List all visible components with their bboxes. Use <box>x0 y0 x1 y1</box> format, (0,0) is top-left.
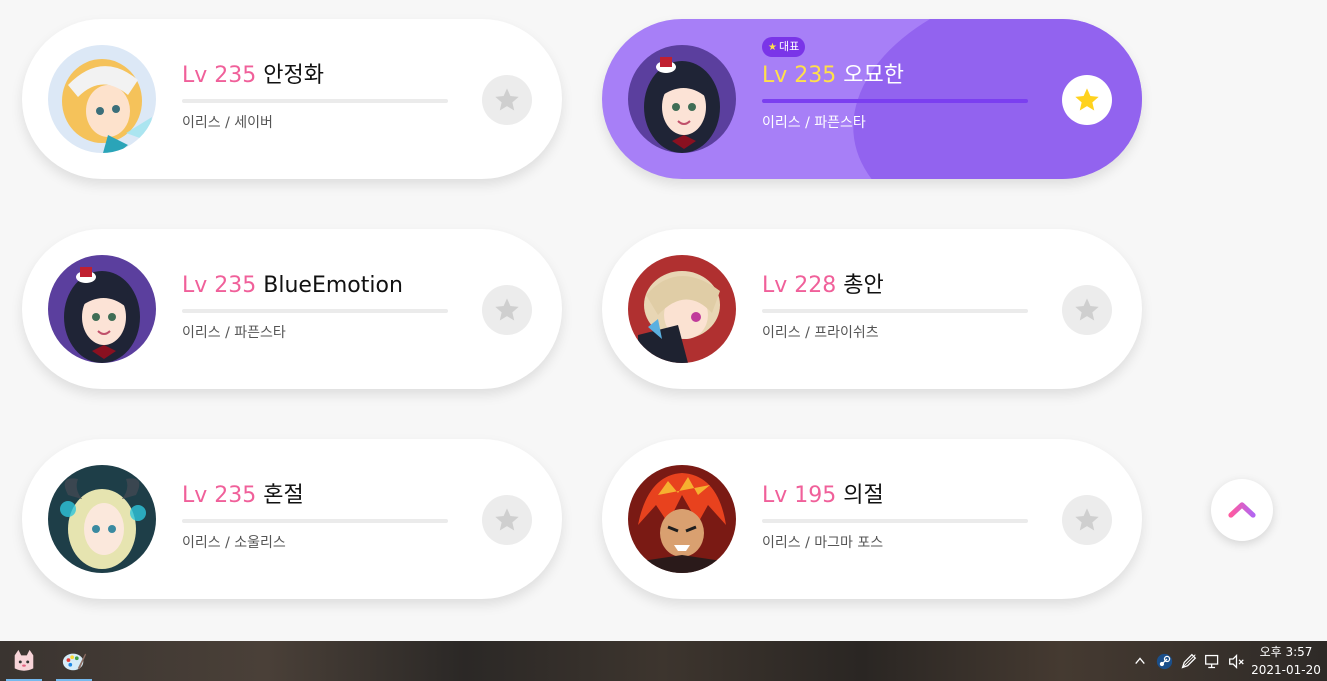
favorite-button[interactable] <box>1062 285 1112 335</box>
star-icon <box>495 88 519 111</box>
character-title: Lv 235 혼절 <box>182 481 304 511</box>
character-card-5[interactable]: Lv 195 의절 이리스 / 마그마 포스 <box>602 439 1142 599</box>
pen-tray-button[interactable] <box>1177 641 1199 681</box>
character-title: Lv 235 BlueEmotion <box>182 271 403 301</box>
character-card-3[interactable]: Lv 228 총안 이리스 / 프라이쉬츠 <box>602 229 1142 389</box>
character-title: Lv 235 안정화 <box>182 61 324 91</box>
star-icon <box>495 508 519 531</box>
divider <box>182 99 448 103</box>
volume-muted-icon <box>1228 653 1244 669</box>
paint-app-icon <box>62 653 87 671</box>
fire-warrior-avatar <box>628 465 736 573</box>
character-name: 의절 <box>843 483 884 508</box>
badge-star-icon: ★ <box>768 42 777 53</box>
chevron-up-icon <box>1228 502 1256 518</box>
cat-app-icon <box>14 649 34 671</box>
character-info: 이리스 / 소울리스 <box>182 535 286 551</box>
level-label: Lv 228 <box>762 273 837 298</box>
favorite-button[interactable] <box>1062 75 1112 125</box>
divider <box>762 519 1028 523</box>
star-icon <box>1075 508 1099 531</box>
character-card-0[interactable]: Lv 235 안정화 이리스 / 세이버 <box>22 19 562 179</box>
divider <box>762 99 1028 103</box>
clock[interactable]: 오후 3:57 2021-01-20 <box>1248 643 1324 679</box>
badge-label: 대표 <box>778 40 800 53</box>
star-icon <box>1075 88 1099 111</box>
character-title: Lv 228 총안 <box>762 271 884 301</box>
volume-tray-button[interactable] <box>1225 641 1247 681</box>
steam-tray-button[interactable] <box>1153 641 1175 681</box>
character-name: 안정화 <box>263 63 324 88</box>
character-card-4[interactable]: Lv 235 혼절 이리스 / 소울리스 <box>22 439 562 599</box>
level-label: Lv 235 <box>762 63 837 88</box>
favorite-button[interactable] <box>482 285 532 335</box>
character-card-2[interactable]: Lv 235 BlueEmotion 이리스 / 파픈스타 <box>22 229 562 389</box>
character-info: 이리스 / 마그마 포스 <box>762 535 884 551</box>
clock-time: 오후 3:57 <box>1259 645 1313 659</box>
tray-expand-button[interactable] <box>1131 641 1149 681</box>
taskbar: 오후 3:57 2021-01-20 <box>0 641 1327 681</box>
clock-date: 2021-01-20 <box>1251 663 1321 677</box>
level-label: Lv 235 <box>182 63 257 88</box>
level-label: Lv 195 <box>762 483 837 508</box>
character-name: 총안 <box>843 273 884 298</box>
character-name: BlueEmotion <box>263 273 403 298</box>
network-icon <box>1204 654 1218 668</box>
chevron-up-icon <box>1135 657 1145 664</box>
dark-hair-girl-avatar <box>48 255 156 363</box>
blonde-maid-avatar <box>48 45 156 153</box>
divider <box>182 309 448 313</box>
steam-icon <box>1156 653 1172 669</box>
character-name: 혼절 <box>263 483 304 508</box>
character-name: 오묘한 <box>843 63 904 88</box>
pen-icon <box>1181 653 1196 668</box>
paint-app-button[interactable] <box>54 641 94 681</box>
level-label: Lv 235 <box>182 273 257 298</box>
star-icon <box>495 298 519 321</box>
gunner-avatar <box>628 255 736 363</box>
star-icon <box>1075 298 1099 321</box>
dark-hair-girl-avatar <box>628 45 736 153</box>
divider <box>762 309 1028 313</box>
cat-app-button[interactable] <box>4 641 44 681</box>
level-label: Lv 235 <box>182 483 257 508</box>
horned-girl-avatar <box>48 465 156 573</box>
favorite-button[interactable] <box>1062 495 1112 545</box>
character-info: 이리스 / 세이버 <box>182 115 273 131</box>
character-title: Lv 235 오묘한 <box>762 61 904 91</box>
favorite-button[interactable] <box>482 75 532 125</box>
representative-badge: ★ 대표 <box>762 37 806 57</box>
character-info: 이리스 / 프라이쉬츠 <box>762 325 879 341</box>
character-info: 이리스 / 파픈스타 <box>762 115 866 131</box>
favorite-button[interactable] <box>482 495 532 545</box>
character-card-1[interactable]: ★ 대표 Lv 235 오묘한 이리스 / 파픈스타 <box>602 19 1142 179</box>
character-info: 이리스 / 파픈스타 <box>182 325 286 341</box>
divider <box>182 519 448 523</box>
character-title: Lv 195 의절 <box>762 481 884 511</box>
scroll-top-button[interactable] <box>1211 479 1273 541</box>
network-tray-button[interactable] <box>1201 641 1223 681</box>
